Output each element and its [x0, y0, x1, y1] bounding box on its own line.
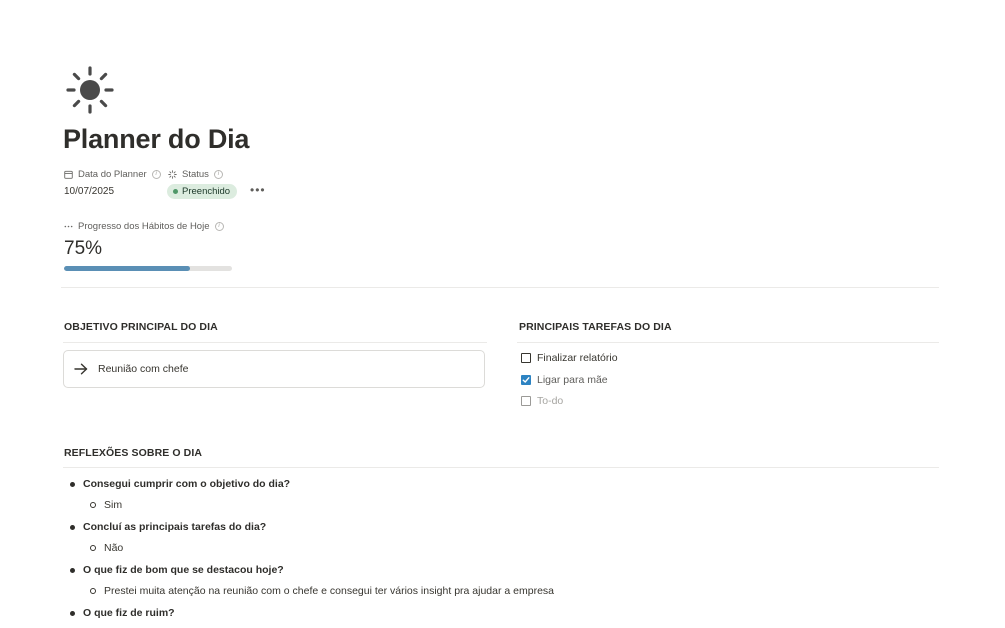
status-property-label: Status [182, 168, 209, 180]
bullet-icon [70, 481, 75, 487]
todo-item: Ligar para mãe [521, 374, 608, 386]
progress-property-header[interactable]: Progresso dos Hábitos de Hoje i [64, 219, 224, 233]
list-item[interactable]: O que fiz de bom que se destacou hoje? [70, 564, 284, 576]
checkbox-checked[interactable] [521, 375, 531, 385]
list-item[interactable]: Sim [90, 499, 122, 511]
date-value[interactable]: 10/07/2025 [64, 186, 114, 197]
checkbox[interactable] [521, 396, 531, 406]
reflection-answer: Prestei muita atenção na reunião com o c… [104, 585, 555, 597]
reflections-divider [63, 467, 939, 468]
sun-icon[interactable] [66, 66, 114, 114]
status-badge[interactable]: Preenchido [167, 184, 238, 199]
status-dot-icon [173, 189, 178, 194]
status-property-header[interactable]: Status i [168, 167, 223, 181]
date-property-header[interactable]: Data do Planner i [64, 167, 161, 181]
progress-bar-fill [64, 266, 190, 271]
status-value: Preenchido [182, 186, 231, 197]
objective-divider [63, 342, 487, 343]
objective-text: Reunião com chefe [98, 363, 189, 375]
reflection-answer: Sim [104, 499, 123, 511]
list-item[interactable]: Não [90, 542, 123, 554]
tasks-divider [517, 342, 939, 343]
info-icon[interactable]: i [151, 169, 161, 179]
more-properties-button[interactable]: ••• [250, 183, 266, 197]
arrow-right-icon [74, 363, 88, 375]
tasks-heading[interactable]: PRINCIPAIS TAREFAS DO DIA [519, 321, 672, 333]
bullet-icon [70, 610, 75, 616]
reflection-question: Concluí as principais tarefas do dia? [83, 521, 267, 533]
reflection-question: O que fiz de bom que se destacou hoje? [83, 564, 284, 576]
properties-divider [61, 287, 939, 288]
info-icon[interactable]: i [213, 169, 223, 179]
todo-label[interactable]: Ligar para mãe [537, 374, 608, 386]
page-title[interactable]: Planner do Dia [63, 124, 249, 155]
info-icon[interactable]: i [214, 221, 224, 231]
todo-placeholder[interactable]: To-do [537, 395, 563, 407]
progress-value[interactable]: 75% [64, 238, 102, 260]
progress-property-label: Progresso dos Hábitos de Hoje [78, 220, 210, 232]
reflection-question: O que fiz de ruim? [83, 607, 175, 619]
status-icon [168, 169, 177, 179]
checkbox[interactable] [521, 353, 531, 363]
sub-bullet-icon [90, 545, 96, 551]
todo-label[interactable]: Finalizar relatório [537, 352, 618, 364]
reflection-answer: Não [104, 542, 124, 554]
date-property-label: Data do Planner [78, 168, 147, 180]
check-icon [522, 377, 530, 383]
sub-bullet-icon [90, 588, 96, 594]
list-item[interactable]: O que fiz de ruim? [70, 607, 175, 619]
bullet-icon [70, 567, 75, 573]
list-dots-icon [64, 225, 73, 227]
reflection-question: Consegui cumprir com o objetivo do dia? [83, 478, 291, 490]
list-item[interactable]: Prestei muita atenção na reunião com o c… [90, 585, 554, 597]
bullet-icon [70, 524, 75, 530]
list-item[interactable]: Concluí as principais tarefas do dia? [70, 521, 266, 533]
progress-bar [64, 266, 232, 271]
objective-heading[interactable]: OBJETIVO PRINCIPAL DO DIA [64, 321, 218, 333]
sub-bullet-icon [90, 502, 96, 508]
objective-callout[interactable]: Reunião com chefe [63, 350, 485, 388]
todo-item: To-do [521, 395, 563, 407]
todo-item: Finalizar relatório [521, 352, 618, 364]
reflections-heading[interactable]: REFLEXÕES SOBRE O DIA [64, 447, 202, 459]
calendar-icon [64, 170, 73, 179]
list-item[interactable]: Consegui cumprir com o objetivo do dia? [70, 478, 290, 490]
